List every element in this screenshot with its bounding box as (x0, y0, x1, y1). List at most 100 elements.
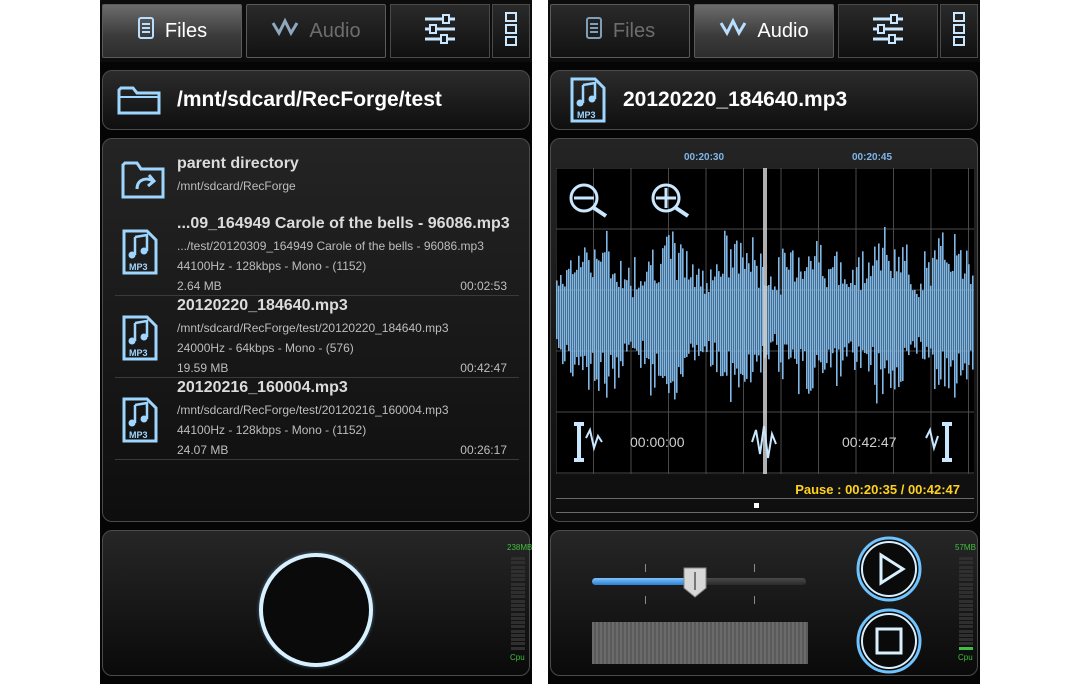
overflow-menu-icon (504, 11, 518, 51)
waveform-sample (702, 270, 704, 353)
parent-directory-item[interactable]: parent directory /mnt/sdcard/RecForge (115, 149, 519, 209)
waveform-sample (714, 276, 716, 343)
waveform-sample (700, 286, 702, 352)
meter-segment (959, 582, 973, 586)
scroll-track (556, 498, 974, 499)
meter-segment (959, 578, 973, 582)
waveform-sample (846, 284, 848, 357)
meter-segment (959, 633, 973, 637)
file-item[interactable]: MP3 20120216_160004.mp3 /mnt/sdcard/RecF… (115, 379, 519, 459)
waveform-sample (970, 283, 972, 351)
stop-button[interactable] (855, 607, 923, 675)
waveform-view[interactable]: 00:00:00 00:42:47 (555, 167, 974, 474)
waveform-sample (568, 268, 570, 352)
waveform-sample (866, 278, 868, 355)
zoom-out-icon[interactable] (569, 183, 608, 218)
waveform-sample (754, 260, 756, 355)
waveform-sample (906, 244, 908, 351)
volume-slider-thumb[interactable] (682, 566, 708, 598)
tab-bar: Files Audio (100, 0, 532, 62)
waveform-sample (558, 285, 560, 349)
waveform-sample (952, 270, 954, 361)
waveform-sample (854, 285, 856, 370)
current-path: /mnt/sdcard/RecForge/test (177, 88, 442, 111)
waveform-sample (902, 247, 904, 381)
waveform-sample (672, 231, 674, 382)
waveform-sample (586, 252, 588, 367)
waveform-sample (632, 297, 634, 348)
waveform-sample (574, 272, 576, 365)
waveform-sample (760, 253, 762, 373)
waveform-sample (614, 273, 616, 389)
list-divider (115, 295, 519, 296)
meter-segment (959, 621, 973, 625)
waveform-sample (630, 285, 632, 342)
file-list: parent directory /mnt/sdcard/RecForge MP… (102, 138, 530, 522)
record-button[interactable] (253, 547, 379, 673)
waveform-sample (706, 283, 708, 353)
meter-segment (959, 561, 973, 565)
waveform-sample (580, 267, 582, 357)
scroll-thumb[interactable] (754, 503, 759, 508)
meter-segment (511, 616, 525, 620)
waveform-sample (844, 279, 846, 348)
zoom-in-icon[interactable] (651, 183, 690, 218)
playback-status: Pause : 00:20:35 / 00:42:47 (795, 482, 960, 497)
waveform-sample (628, 267, 630, 345)
tab-audio-label: Audio (309, 19, 361, 42)
waveform-sample (712, 280, 714, 365)
meter-segment (959, 569, 973, 573)
waveform[interactable] (555, 167, 974, 474)
tab-files[interactable]: Files (102, 4, 242, 58)
waveform-sample (786, 267, 788, 345)
tab-audio[interactable]: Audio (246, 4, 386, 58)
waveform-sample (566, 270, 568, 345)
audio-screen: Files Audio MP3 20120220_184640.mp3 00:2… (548, 0, 980, 684)
level-display (592, 622, 808, 664)
waveform-sample (594, 249, 596, 381)
file-item[interactable]: MP3 20120220_184640.mp3 /mnt/sdcard/RecF… (115, 297, 519, 377)
tab-files[interactable]: Files (550, 4, 690, 58)
overflow-menu-button[interactable] (492, 4, 530, 58)
waveform-sample (704, 293, 706, 347)
waveform-sample (728, 277, 730, 352)
cpu-meter (511, 557, 525, 651)
waveform-sample (944, 259, 946, 387)
equalizer-button[interactable] (838, 4, 938, 58)
svg-text:MP3: MP3 (129, 430, 148, 440)
waveform-sample (758, 287, 760, 356)
play-button[interactable] (855, 535, 923, 603)
slider-tick (645, 596, 646, 604)
waveform-sample (756, 265, 758, 362)
end-marker-icon[interactable] (925, 422, 952, 462)
memory-label: 238MB (507, 543, 532, 552)
meter-segment (511, 608, 525, 612)
waveform-sample (768, 285, 770, 360)
file-duration: 00:02:53 (460, 279, 507, 293)
waveform-sample (610, 278, 612, 355)
file-title-bar[interactable]: MP3 20120220_184640.mp3 (550, 70, 978, 130)
mp3-file-icon: MP3 (121, 315, 159, 366)
file-item[interactable]: MP3 ...09_164949 Carole of the bells - 9… (115, 209, 519, 293)
waveform-sample (942, 232, 944, 352)
waveform-sample (922, 290, 924, 359)
tab-audio[interactable]: Audio (694, 4, 834, 58)
waveform-sample (904, 260, 906, 348)
waveform-sample (832, 267, 834, 354)
waveform-sample (794, 281, 796, 359)
start-marker-icon[interactable] (574, 422, 603, 462)
waveform-sample (608, 251, 610, 377)
waveform-sample (636, 289, 638, 351)
current-file-name: 20120220_184640.mp3 (623, 88, 848, 111)
waveform-sample (804, 271, 806, 352)
meter-segment (959, 591, 973, 595)
equalizer-button[interactable] (390, 4, 490, 58)
path-bar[interactable]: /mnt/sdcard/RecForge/test (102, 70, 530, 130)
waveform-sample (790, 252, 792, 358)
file-path: .../test/20120309_164949 Carole of the b… (177, 239, 484, 253)
overflow-menu-button[interactable] (940, 4, 978, 58)
waveform-sample (806, 267, 808, 389)
waveform-sample (880, 270, 882, 370)
waveform-sample (776, 290, 778, 345)
waveform-sample (582, 261, 584, 371)
